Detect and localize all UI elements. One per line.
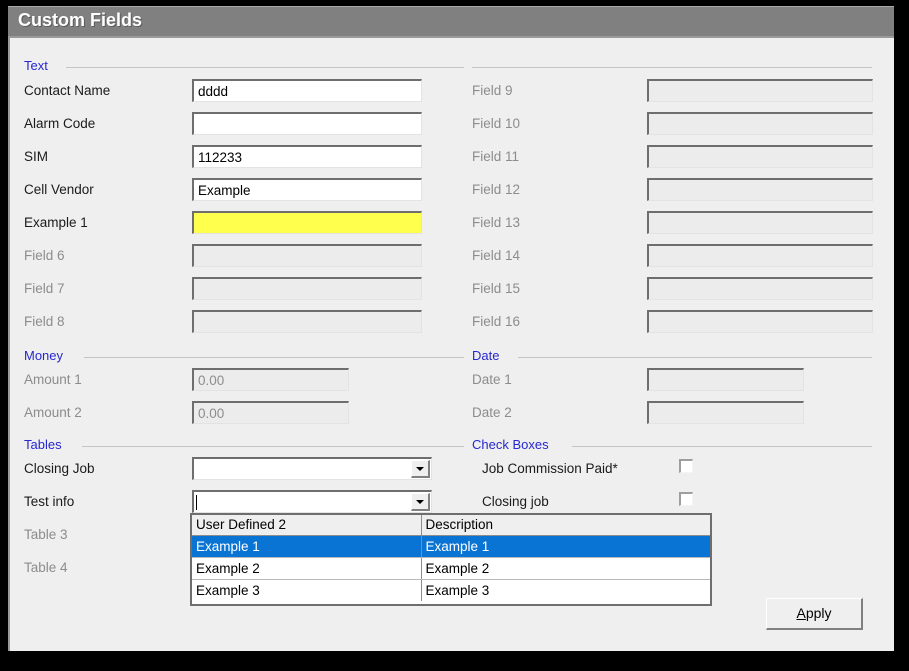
- dropdown-row[interactable]: Example 2 Example 2: [192, 557, 710, 580]
- combobox-test-info[interactable]: [192, 490, 432, 513]
- group-rule-text: [66, 67, 464, 68]
- input-field-7: [192, 277, 422, 300]
- chevron-down-icon[interactable]: [411, 493, 430, 511]
- checkbox-closing-job[interactable]: [679, 492, 693, 506]
- input-field-15: [647, 277, 873, 300]
- dropdown-col-description[interactable]: Description: [421, 515, 710, 536]
- dropdown-header-row: User Defined 2 Description: [192, 515, 710, 536]
- label-table-4: Table 4: [24, 560, 68, 575]
- apply-accel-char: A: [796, 605, 806, 621]
- window-title: Custom Fields: [18, 10, 143, 30]
- screen-root: Custom Fields Text Contact Name dddd Ala…: [0, 0, 909, 671]
- label-sim: SIM: [24, 149, 49, 164]
- chevron-down-icon[interactable]: [411, 460, 430, 478]
- input-field-8: [192, 310, 422, 333]
- label-field-11: Field 11: [472, 149, 520, 164]
- apply-rest-chars: pply: [805, 605, 832, 621]
- input-amount-1: 0.00: [192, 368, 349, 391]
- label-cell-vendor: Cell Vendor: [24, 182, 94, 197]
- label-field-13: Field 13: [472, 215, 521, 230]
- group-rule-money: [84, 357, 464, 358]
- label-job-commission-paid: Job Commission Paid*: [482, 461, 618, 476]
- group-header-tables: Tables: [24, 437, 464, 453]
- label-alarm-code: Alarm Code: [24, 116, 96, 131]
- input-sim[interactable]: 112233: [192, 145, 422, 168]
- group-label-money: Money: [24, 348, 70, 363]
- input-field-14: [647, 244, 873, 267]
- label-example-1: Example 1: [24, 215, 88, 230]
- group-label-date: Date: [472, 348, 506, 363]
- window-titlebar: Custom Fields: [8, 6, 894, 36]
- label-amount-1: Amount 1: [24, 372, 82, 387]
- dropdown-cell-description: Example 3: [421, 579, 710, 601]
- label-date-2: Date 2: [472, 405, 512, 420]
- combobox-closing-job[interactable]: [192, 457, 432, 480]
- label-field-7: Field 7: [24, 281, 65, 296]
- input-contact-name[interactable]: dddd: [192, 79, 422, 102]
- input-field-9: [647, 79, 873, 102]
- group-header-money: Money: [24, 348, 464, 364]
- input-example-1[interactable]: [192, 211, 422, 234]
- group-rule-checkboxes: [572, 446, 872, 447]
- dropdown-col-user-defined-2[interactable]: User Defined 2: [192, 515, 422, 536]
- group-header-date: Date: [472, 348, 872, 364]
- label-field-10: Field 10: [472, 116, 521, 131]
- label-field-8: Field 8: [24, 314, 65, 329]
- label-contact-name: Contact Name: [24, 83, 111, 98]
- group-rule-text-right: [472, 67, 872, 68]
- input-field-11: [647, 145, 873, 168]
- input-field-6: [192, 244, 422, 267]
- dropdown-cell-name: Example 1: [192, 535, 422, 558]
- dropdown-cell-description: Example 2: [421, 557, 710, 580]
- group-label-text: Text: [24, 58, 54, 73]
- apply-button-label: Apply: [767, 605, 861, 621]
- label-field-12: Field 12: [472, 182, 521, 197]
- label-table-3: Table 3: [24, 527, 68, 542]
- dropdown-table-body: Example 1 Example 1 Example 2 Example 2 …: [192, 535, 710, 601]
- label-field-14: Field 14: [472, 248, 521, 263]
- label-field-16: Field 16: [472, 314, 521, 329]
- label-date-1: Date 1: [472, 372, 512, 387]
- group-header-checkboxes: Check Boxes: [472, 437, 872, 453]
- dropdown-table-head: User Defined 2 Description: [192, 515, 710, 536]
- group-rule-date: [518, 357, 872, 358]
- group-rule-tables: [82, 446, 464, 447]
- combobox-test-info-value: [198, 492, 409, 512]
- group-label-checkboxes: Check Boxes: [472, 437, 555, 452]
- input-date-2: [647, 401, 804, 424]
- text-caret: [196, 495, 197, 510]
- label-field-15: Field 15: [472, 281, 521, 296]
- apply-button[interactable]: Apply: [766, 598, 863, 630]
- input-field-12: [647, 178, 873, 201]
- label-closing-job-checkbox: Closing job: [482, 494, 549, 509]
- label-field-9: Field 9: [472, 83, 513, 98]
- label-test-info: Test info: [24, 494, 75, 509]
- group-header-text-right: [472, 58, 872, 74]
- dropdown-cell-description: Example 1: [421, 535, 710, 558]
- dropdown-cell-name: Example 3: [192, 579, 422, 601]
- label-field-6: Field 6: [24, 248, 65, 263]
- input-cell-vendor[interactable]: Example: [192, 178, 422, 201]
- group-label-tables: Tables: [24, 437, 68, 452]
- input-alarm-code[interactable]: [192, 112, 422, 135]
- label-closing-job-table: Closing Job: [24, 461, 95, 476]
- input-amount-2: 0.00: [192, 401, 349, 424]
- dropdown-row[interactable]: Example 1 Example 1: [192, 535, 710, 558]
- dropdown-row[interactable]: Example 3 Example 3: [192, 579, 710, 601]
- combobox-closing-job-value: [198, 459, 409, 479]
- group-header-text: Text: [24, 58, 464, 74]
- dropdown-list-popup[interactable]: User Defined 2 Description Example 1 Exa…: [190, 513, 712, 606]
- label-amount-2: Amount 2: [24, 405, 82, 420]
- input-date-1: [647, 368, 804, 391]
- input-field-13: [647, 211, 873, 234]
- input-field-16: [647, 310, 873, 333]
- input-field-10: [647, 112, 873, 135]
- dropdown-cell-name: Example 2: [192, 557, 422, 580]
- checkbox-job-commission-paid[interactable]: [679, 459, 693, 473]
- dropdown-table: User Defined 2 Description Example 1 Exa…: [192, 515, 710, 601]
